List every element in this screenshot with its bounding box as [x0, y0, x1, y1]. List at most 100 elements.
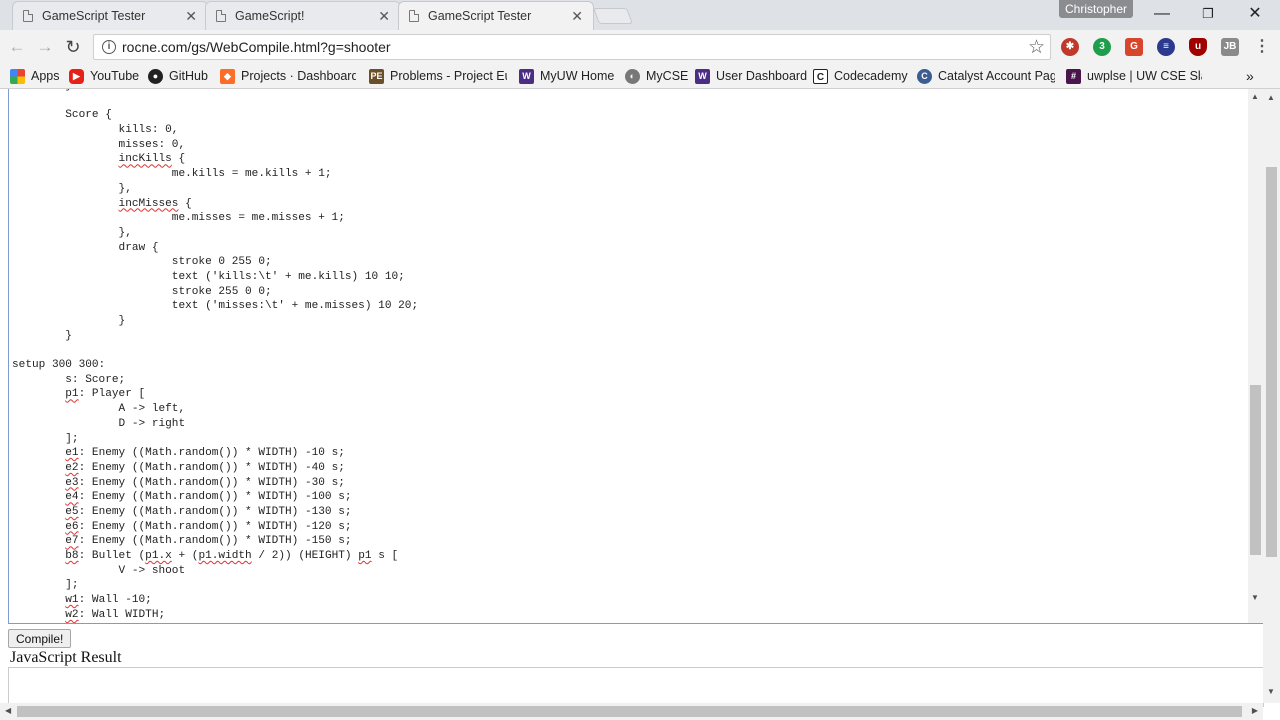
- code-line: ];: [12, 432, 79, 445]
- bookmark-label: User Dashboard: [716, 69, 808, 83]
- tab-gamescript-tester-1[interactable]: GameScript Tester ✕: [12, 1, 208, 30]
- tab-close-icon[interactable]: ✕: [185, 8, 197, 25]
- code-line: }: [12, 329, 72, 342]
- minimize-button[interactable]: —: [1147, 4, 1177, 24]
- address-bar[interactable]: i rocne.com/gs/WebCompile.html?g=shooter…: [93, 34, 1051, 60]
- tab-strip: GameScript Tester ✕ GameScript! ✕ GameSc…: [0, 0, 1280, 30]
- github-icon: ●: [148, 68, 163, 84]
- extension-jb-icon[interactable]: JB: [1221, 38, 1239, 56]
- forward-arrow-icon[interactable]: →: [34, 36, 56, 58]
- bookmarks-overflow-icon[interactable]: »: [1246, 67, 1254, 85]
- spellcheck-word: e2: [65, 461, 79, 474]
- bookmark-label: MyUW Home: [540, 69, 615, 83]
- bookmark-label: GitHub: [169, 69, 208, 83]
- tab-close-icon[interactable]: ✕: [378, 8, 390, 25]
- page-content: } Score { kills: 0, misses: 0, incKills …: [0, 89, 1280, 720]
- bookmark-label: Problems - Project Eu: [390, 69, 507, 83]
- code-line: text ('misses:\t' + me.misses) 10 20;: [12, 300, 419, 313]
- editor-scroll-thumb[interactable]: [1250, 385, 1261, 555]
- code-line: Score {: [12, 109, 112, 122]
- bookmark-github[interactable]: ● GitHub: [148, 67, 208, 85]
- codecademy-icon: C: [813, 68, 828, 84]
- scroll-down-arrow-icon[interactable]: ▼: [1267, 687, 1275, 696]
- code-line: w2: Wall WIDTH;: [65, 608, 166, 621]
- extension-flag-icon[interactable]: ≡: [1157, 38, 1175, 56]
- scroll-down-arrow-icon[interactable]: ▼: [1251, 593, 1259, 602]
- address-url: rocne.com/gs/WebCompile.html?g=shooter: [122, 39, 391, 55]
- bookmark-label: MyCSE: [646, 69, 689, 83]
- code-line: kills: 0,: [12, 124, 179, 137]
- code-line: D -> right: [12, 417, 186, 430]
- bookmark-catalyst[interactable]: C Catalyst Account Page: [917, 67, 1055, 85]
- code-line: me.misses = me.misses + 1;: [12, 212, 345, 225]
- document-icon: [216, 10, 226, 22]
- spellcheck-word: e7: [65, 535, 79, 548]
- page-scroll-thumb[interactable]: [1266, 167, 1277, 557]
- bookmark-youtube[interactable]: ▶ YouTube: [69, 67, 139, 85]
- compile-button[interactable]: Compile!: [8, 629, 72, 648]
- bookmark-myuw[interactable]: W MyUW Home: [519, 67, 614, 85]
- bookmark-apps[interactable]: Apps: [10, 67, 60, 85]
- profile-button[interactable]: Christopher: [1059, 0, 1133, 18]
- extension-red-icon[interactable]: G: [1125, 38, 1143, 56]
- catalyst-icon: C: [917, 68, 932, 84]
- javascript-result-textarea[interactable]: [8, 667, 1264, 707]
- code-line: stroke 0 255 0;: [12, 256, 272, 269]
- bookmark-gitlab[interactable]: ◆ Projects · Dashboard ·: [220, 67, 356, 85]
- spellcheck-word: p1: [65, 388, 79, 401]
- info-icon[interactable]: i: [102, 40, 116, 54]
- code-line: w1: Wall -10;: [65, 594, 152, 607]
- code-line: b8: Bullet (p1.x + (p1.width / 2)) (HEIG…: [65, 550, 399, 562]
- extension-ublock-icon[interactable]: u: [1189, 38, 1207, 56]
- bookmark-codecademy[interactable]: C Codecademy: [813, 67, 908, 85]
- bookmark-star-icon[interactable]: ☆: [1028, 36, 1045, 59]
- editor-scrollbar[interactable]: ▲ ▼: [1248, 89, 1263, 623]
- tab-close-icon[interactable]: ✕: [571, 8, 583, 25]
- close-window-button[interactable]: ✕: [1240, 4, 1270, 24]
- code-line: me.kills = me.kills + 1;: [12, 168, 332, 181]
- bookmark-uwplse-slack[interactable]: # uwplse | UW CSE Slac: [1066, 67, 1202, 85]
- code-line: text ('kills:\t' + me.kills) 10 10;: [12, 270, 405, 283]
- bookmark-project-euler[interactable]: PE Problems - Project Eu: [369, 67, 507, 85]
- code-line: V -> shoot: [12, 564, 186, 577]
- tab-gamescript[interactable]: GameScript! ✕: [205, 1, 401, 30]
- document-icon: [409, 10, 419, 22]
- extension-virus-icon[interactable]: ✱: [1061, 38, 1079, 56]
- scroll-left-arrow-icon[interactable]: ◀: [5, 706, 11, 715]
- code-line: stroke 255 0 0;: [12, 285, 272, 298]
- scroll-up-arrow-icon[interactable]: ▲: [1251, 92, 1259, 101]
- restore-button[interactable]: ❐: [1193, 4, 1223, 24]
- result-heading: JavaScript Result: [10, 649, 122, 666]
- code-line: incMisses {: [118, 197, 192, 210]
- project-euler-icon: PE: [369, 68, 384, 84]
- extension-hangouts-icon[interactable]: 3: [1093, 38, 1111, 56]
- code-line: e2: Enemy ((Math.random()) * WIDTH) -40 …: [65, 461, 345, 474]
- scroll-right-arrow-icon[interactable]: ▶: [1252, 706, 1258, 715]
- code-line: e5: Enemy ((Math.random()) * WIDTH) -130…: [65, 505, 352, 518]
- horizontal-scroll-thumb[interactable]: [17, 706, 1242, 717]
- chrome-menu-icon[interactable]: ⋮: [1253, 38, 1271, 56]
- bookmark-user-dashboard[interactable]: W User Dashboard: [695, 67, 807, 85]
- new-tab-button[interactable]: [593, 8, 633, 24]
- code-line: p1: Player [: [65, 388, 146, 401]
- document-icon: [23, 10, 33, 22]
- code-line: e6: Enemy ((Math.random()) * WIDTH) -120…: [65, 520, 352, 533]
- bookmarks-bar: Apps ▶ YouTube ● GitHub ◆ Projects · Das…: [0, 63, 1280, 89]
- code-editor-textarea[interactable]: } Score { kills: 0, misses: 0, incKills …: [8, 89, 1264, 624]
- code-line: }: [12, 315, 126, 327]
- spellcheck-word: b8: [65, 550, 79, 562]
- reload-icon[interactable]: ↻: [62, 36, 84, 58]
- spellcheck-word: e4: [65, 491, 79, 504]
- code-line: e3: Enemy ((Math.random()) * WIDTH) -30 …: [65, 476, 345, 489]
- scroll-up-arrow-icon[interactable]: ▲: [1267, 93, 1275, 102]
- bookmark-mycse[interactable]: ◐ MyCSE: [625, 67, 688, 85]
- horizontal-scrollbar[interactable]: ◀ ▶: [0, 703, 1263, 720]
- tab-gamescript-tester-active[interactable]: GameScript Tester ✕: [398, 1, 594, 30]
- page-scrollbar[interactable]: ▲ ▼: [1263, 89, 1280, 703]
- code-line: e4: Enemy ((Math.random()) * WIDTH) -100…: [65, 491, 352, 504]
- code-text[interactable]: } Score { kills: 0, misses: 0, incKills …: [12, 89, 418, 622]
- back-arrow-icon[interactable]: ←: [6, 36, 28, 58]
- spellcheck-word: p1.x: [145, 550, 172, 562]
